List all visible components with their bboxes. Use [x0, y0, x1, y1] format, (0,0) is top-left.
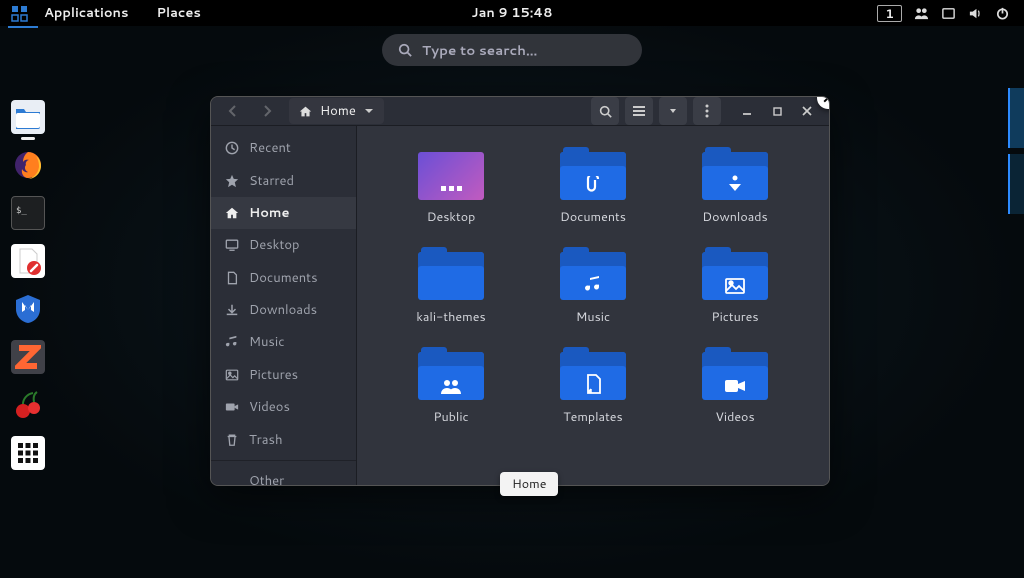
sidebar-item-documents[interactable]: Documents — [211, 262, 356, 294]
view-toggle-button[interactable] — [625, 97, 653, 125]
dock-app-grid[interactable] — [11, 436, 45, 470]
record-icon[interactable] — [941, 6, 956, 21]
top-bar: Applications Places Jan 9 15:48 1 — [0, 0, 1024, 26]
file-label: Templates — [563, 408, 623, 426]
dock-app-burpsuite[interactable] — [11, 340, 45, 374]
workspace-thumb[interactable] — [1008, 88, 1024, 148]
file-label: kali-themes — [416, 308, 485, 326]
sidebar-item-label: Pictures — [249, 366, 298, 384]
dock-app-firefox[interactable] — [11, 148, 45, 182]
places-menu[interactable]: Places — [142, 4, 214, 22]
folder-desktop[interactable]: Desktop — [385, 148, 517, 248]
file-label: Videos — [715, 408, 754, 426]
sidebar-item-videos[interactable]: Videos — [211, 391, 356, 423]
home-icon — [299, 105, 312, 118]
sidebar-item-label: Trash — [249, 431, 283, 449]
sidebar-item-starred[interactable]: Starred — [211, 164, 356, 196]
power-icon[interactable] — [995, 6, 1010, 21]
nav-back-button[interactable] — [219, 97, 247, 125]
activities-button[interactable] — [10, 3, 30, 23]
sidebar-item-other-locations[interactable]: Other Locations — [211, 465, 356, 486]
folder-music[interactable]: Music — [527, 248, 659, 348]
folder-kali-themes[interactable]: kali-themes — [385, 248, 517, 348]
chevron-down-icon — [364, 106, 374, 116]
workspace-indicator[interactable]: 1 — [877, 5, 902, 22]
sidebar-item-label: Starred — [249, 172, 294, 190]
folder-templates[interactable]: Templates — [527, 348, 659, 448]
path-label: Home — [320, 102, 356, 120]
sidebar-item-label: Videos — [249, 398, 290, 416]
sidebar-item-pictures[interactable]: Pictures — [211, 359, 356, 391]
file-label: Pictures — [711, 308, 758, 326]
volume-icon[interactable] — [968, 6, 983, 21]
applications-menu[interactable]: Applications — [30, 4, 142, 22]
search-icon — [398, 43, 412, 57]
svg-text:$_: $_ — [16, 206, 27, 216]
workspace-thumb[interactable] — [1008, 154, 1024, 214]
dock-app-files[interactable] — [11, 100, 45, 134]
view-menu-button[interactable] — [659, 97, 687, 125]
titlebar: Home — [211, 97, 829, 126]
sidebar-item-home[interactable]: Home — [211, 197, 356, 229]
system-tray: 1 — [877, 5, 1024, 22]
nav-forward-button[interactable] — [253, 97, 281, 125]
sidebar-item-recent[interactable]: Recent — [211, 132, 356, 164]
sidebar-item-label: Downloads — [249, 301, 317, 319]
window-tooltip: Home — [500, 472, 558, 496]
folder-downloads[interactable]: Downloads — [669, 148, 801, 248]
dock-app-terminal[interactable]: $_ — [11, 196, 45, 230]
activities-underline — [8, 26, 38, 28]
file-label: Desktop — [427, 208, 476, 226]
status-icon[interactable] — [914, 6, 929, 21]
folder-public[interactable]: Public — [385, 348, 517, 448]
folder-documents[interactable]: Documents — [527, 148, 659, 248]
file-label: Downloads — [702, 208, 767, 226]
sidebar-item-desktop[interactable]: Desktop — [211, 229, 356, 261]
hamburger-menu-button[interactable] — [693, 97, 721, 125]
files-window: ✕ Home Recent Starred Home Desktop Docum… — [210, 96, 830, 486]
sidebar-item-label: Other Locations — [249, 472, 342, 486]
maximize-button[interactable] — [763, 97, 791, 125]
sidebar-item-downloads[interactable]: Downloads — [211, 294, 356, 326]
sidebar-item-label: Home — [249, 204, 290, 222]
path-bar[interactable]: Home — [289, 98, 384, 124]
search-button[interactable] — [591, 97, 619, 125]
dock-app-cherrytree[interactable] — [11, 388, 45, 422]
clock[interactable]: Jan 9 15:48 — [471, 4, 552, 22]
folder-videos[interactable]: Videos — [669, 348, 801, 448]
file-label: Public — [433, 408, 468, 426]
dock: $_ — [0, 100, 56, 470]
sidebar-item-label: Documents — [249, 269, 318, 287]
sidebar-item-music[interactable]: Music — [211, 326, 356, 358]
file-grid[interactable]: Desktop Documents Downloads kali-themes … — [357, 126, 829, 486]
sidebar-item-label: Music — [249, 333, 285, 351]
sidebar-item-trash[interactable]: Trash — [211, 423, 356, 455]
file-label: Music — [576, 308, 610, 326]
sidebar-item-label: Recent — [249, 139, 291, 157]
sidebar: Recent Starred Home Desktop Documents Do… — [211, 126, 357, 486]
workspace-switcher[interactable] — [1008, 88, 1024, 214]
dock-app-metasploit[interactable] — [11, 292, 45, 326]
minimize-button[interactable] — [733, 97, 761, 125]
folder-pictures[interactable]: Pictures — [669, 248, 801, 348]
search-placeholder: Type to search... — [422, 41, 537, 60]
sidebar-item-label: Desktop — [249, 236, 300, 254]
search-bar[interactable]: Type to search... — [382, 34, 642, 66]
file-label: Documents — [560, 208, 626, 226]
dock-app-text-editor[interactable] — [11, 244, 45, 278]
